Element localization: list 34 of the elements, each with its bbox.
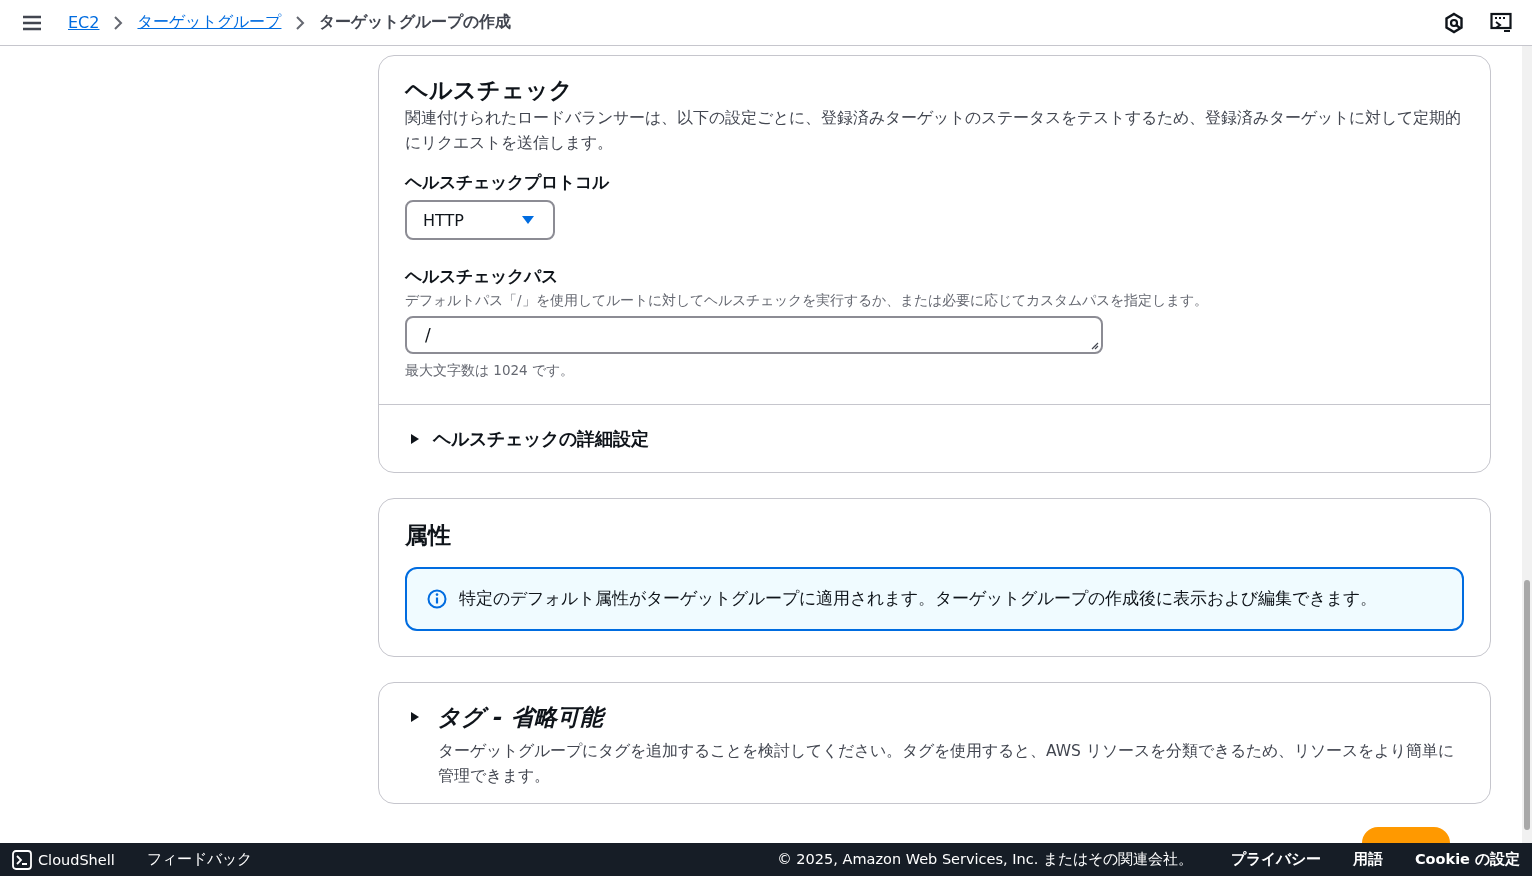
- hexagon-icon[interactable]: [1444, 11, 1464, 34]
- field-label: ヘルスチェックプロトコル: [405, 172, 610, 194]
- info-text: 特定のデフォルト属性がターゲットグループに適用されます。ターゲットグループの作成後に表示および編集できます。: [459, 588, 1377, 610]
- advanced-settings-toggle[interactable]: ヘルスチェックの詳細設定: [379, 404, 1490, 472]
- triangle-icon: [409, 432, 421, 445]
- page-title: ターゲットグループの作成: [319, 12, 512, 33]
- terminal-icon[interactable]: [1490, 11, 1512, 34]
- chevron-icon: [295, 15, 306, 30]
- breadcrumb-link[interactable]: EC2: [68, 13, 100, 32]
- triangle-icon: [409, 711, 421, 723]
- menu-icon[interactable]: [22, 14, 42, 31]
- breadcrumb-link[interactable]: ターゲットグループ: [137, 12, 282, 33]
- section-title: 属性: [405, 521, 452, 550]
- resize-icon: [1090, 341, 1099, 350]
- copyright-text: © 2025, Amazon Web Services, Inc. またはその関連会社。: [777, 850, 1193, 869]
- scrollbar[interactable]: [1522, 46, 1532, 843]
- protocol-select[interactable]: HTTP: [405, 200, 555, 240]
- footer-link[interactable]: 用語: [1352, 850, 1383, 869]
- field-hint: デフォルトパス「/」を使用してルートに対してヘルスチェックを実行するか、または必要に応じてカスタムパスを指定します。: [405, 291, 1209, 310]
- chevron-icon: [113, 15, 124, 30]
- cloudshell-button[interactable]: CloudShell: [12, 849, 115, 870]
- footer-link[interactable]: プライバシー: [1230, 850, 1321, 869]
- terminal-icon: [12, 849, 32, 870]
- field-constraint: 最大文字数は 1024 です。: [405, 361, 575, 380]
- info-icon: [427, 589, 447, 609]
- section-description: ターゲットグループにタグを追加することを検討してください。タグを使用すると、AWS リソースを分類できるため、リソースをより簡単に管理できます。: [437, 741, 1455, 787]
- tags-toggle[interactable]: [409, 711, 421, 723]
- field-label: ヘルスチェックパス: [405, 266, 559, 288]
- feedback-link[interactable]: フィードバック: [146, 850, 252, 869]
- caret-icon: [521, 215, 535, 225]
- path-input-field[interactable]: /: [405, 316, 1103, 354]
- section-description: 関連付けられたロードバランサーは、以下の設定ごとに、登録済みターゲットのステータスをテストするため、登録済みターゲットに対して定期的にリクエストを送信します。: [405, 108, 1462, 154]
- footer-link[interactable]: Cookie の設定: [1414, 850, 1520, 869]
- section-title: ヘルスチェック: [405, 76, 574, 105]
